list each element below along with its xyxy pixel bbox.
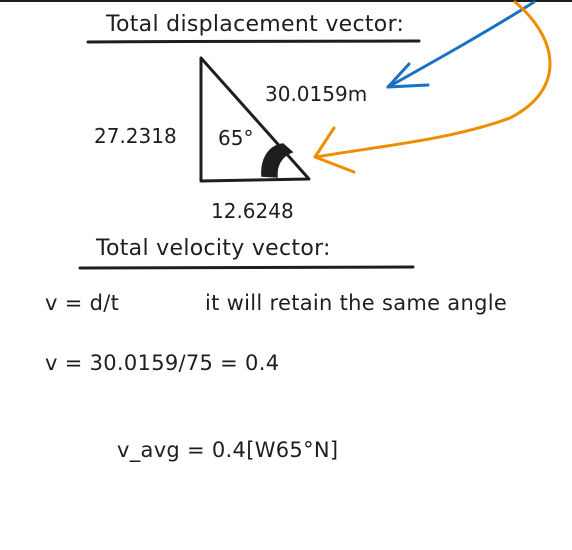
right-triangle — [199, 56, 311, 183]
displacement-heading-underline — [86, 39, 421, 44]
heading-velocity: Total velocity vector: — [96, 236, 331, 261]
angle-label: 65° — [218, 126, 254, 150]
hypotenuse-label: 30.0159m — [265, 82, 368, 106]
velocity-result: v_avg = 0.4[W65°N] — [117, 438, 339, 462]
angle-note: it will retain the same angle — [205, 291, 508, 315]
angle-arc-marker — [261, 143, 294, 178]
base-label: 12.6248 — [211, 199, 294, 223]
velocity-heading-underline — [78, 265, 415, 270]
heading-displacement: Total displacement vector: — [106, 12, 405, 37]
velocity-formula: v = d/t — [45, 291, 120, 315]
blue-arrow — [386, 0, 536, 89]
vertical-side-label: 27.2318 — [94, 124, 177, 148]
velocity-calculation: v = 30.0159/75 = 0.4 — [45, 351, 280, 375]
